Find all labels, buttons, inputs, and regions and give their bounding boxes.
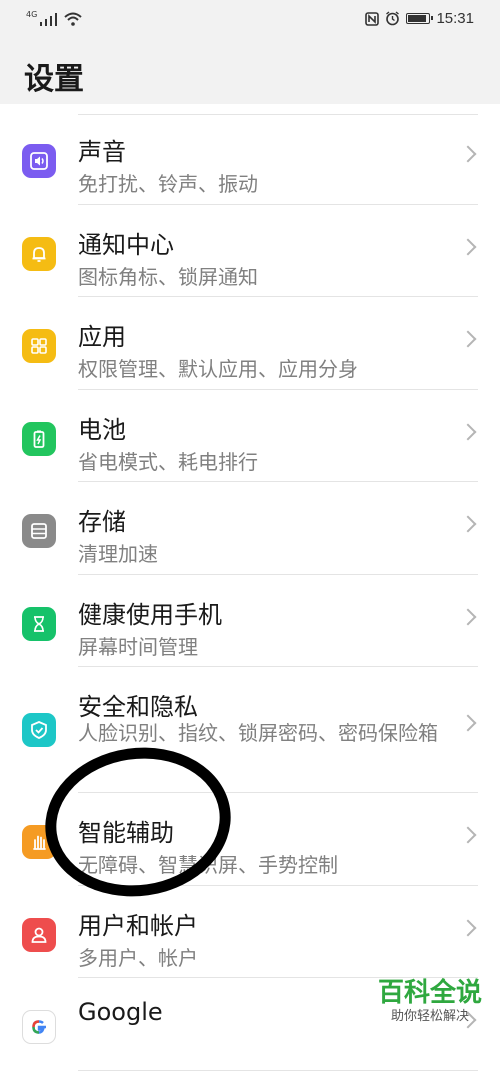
network-type: 4G — [26, 10, 38, 19]
item-subtitle: 人脸识别、指纹、锁屏密码、密码保险箱 — [78, 721, 438, 745]
watermark: 百科全说 助你轻松解决 — [374, 978, 486, 1026]
title-bar: 设置 — [0, 38, 500, 104]
chevron-right-icon — [459, 423, 477, 440]
battery-icon — [22, 421, 56, 456]
item-title: 声音 — [78, 138, 126, 166]
item-subtitle: 屏幕时间管理 — [78, 634, 198, 659]
settings-item-users-accounts[interactable]: 用户和帐户 多用户、帐户 — [0, 886, 500, 979]
signal-bar — [50, 16, 53, 26]
battery-level — [408, 15, 427, 22]
clock: 15:31 — [436, 10, 474, 27]
apps-grid-icon — [22, 329, 56, 363]
storage-icon — [22, 514, 56, 548]
status-right: 15:31 — [365, 10, 474, 27]
nfc-icon — [365, 11, 380, 26]
settings-list: 声音 免打扰、铃声、振动 通知中心 图标角标、锁屏通知 应用 权限管理、默认应用… — [0, 112, 500, 1071]
item-subtitle: 免打扰、铃声、振动 — [78, 172, 258, 196]
item-subtitle: 无障碍、智慧识屏、手势控制 — [78, 853, 338, 877]
chevron-right-icon — [459, 330, 477, 348]
bell-icon — [22, 236, 56, 271]
settings-item-battery[interactable]: 电池 省电模式、耗电排行 — [0, 390, 500, 483]
settings-item-notifications[interactable]: 通知中心 图标角标、锁屏通知 — [0, 205, 500, 298]
item-title: 应用 — [78, 323, 126, 351]
item-title: 智能辅助 — [78, 819, 174, 847]
hand-icon — [22, 825, 56, 859]
settings-item-smart-assistance[interactable]: 智能辅助 无障碍、智慧识屏、手势控制 — [0, 793, 500, 886]
settings-item-security[interactable]: 安全和隐私 人脸识别、指纹、锁屏密码、密码保险箱 — [0, 667, 500, 793]
sound-icon — [22, 144, 56, 178]
battery-icon — [406, 13, 434, 24]
item-title: 用户和帐户 — [78, 911, 198, 940]
page-title: 设置 — [24, 62, 84, 97]
chevron-right-icon — [459, 145, 477, 163]
google-icon — [22, 1010, 56, 1044]
chevron-right-icon — [459, 608, 477, 625]
item-title: Google — [78, 998, 163, 1026]
settings-item-apps[interactable]: 应用 权限管理、默认应用、应用分身 — [0, 297, 500, 390]
chevron-right-icon — [459, 238, 477, 255]
status-bar: 4G 15:31 — [0, 0, 500, 38]
chevron-right-icon — [459, 826, 477, 844]
hourglass-icon — [22, 606, 56, 641]
settings-item-digital-balance[interactable]: 健康使用手机 屏幕时间管理 — [0, 575, 500, 668]
wifi-icon — [64, 12, 82, 26]
status-left: 4G — [26, 10, 82, 26]
item-subtitle: 清理加速 — [78, 542, 158, 566]
item-subtitle: 省电模式、耗电排行 — [78, 449, 258, 474]
signal-bar — [45, 19, 48, 26]
user-icon — [22, 917, 56, 952]
chevron-right-icon — [459, 515, 477, 533]
alarm-icon — [386, 11, 400, 26]
chevron-right-icon — [459, 919, 477, 936]
item-title: 电池 — [78, 415, 126, 444]
shield-icon — [22, 713, 56, 747]
item-title: 通知中心 — [78, 230, 174, 259]
settings-item-sound[interactable]: 声音 免打扰、铃声、振动 — [0, 112, 500, 205]
signal-bar — [55, 13, 58, 26]
item-subtitle: 权限管理、默认应用、应用分身 — [78, 357, 358, 381]
signal-icon — [40, 22, 43, 26]
item-title: 健康使用手机 — [78, 600, 222, 629]
settings-item-storage[interactable]: 存储 清理加速 — [0, 482, 500, 575]
watermark-subtitle: 助你轻松解决 — [390, 1009, 469, 1024]
item-title: 存储 — [78, 508, 126, 536]
watermark-title: 百科全说 — [377, 978, 482, 1008]
chevron-right-icon — [459, 714, 477, 732]
item-subtitle: 多用户、帐户 — [78, 945, 198, 970]
item-subtitle: 图标角标、锁屏通知 — [78, 264, 258, 289]
